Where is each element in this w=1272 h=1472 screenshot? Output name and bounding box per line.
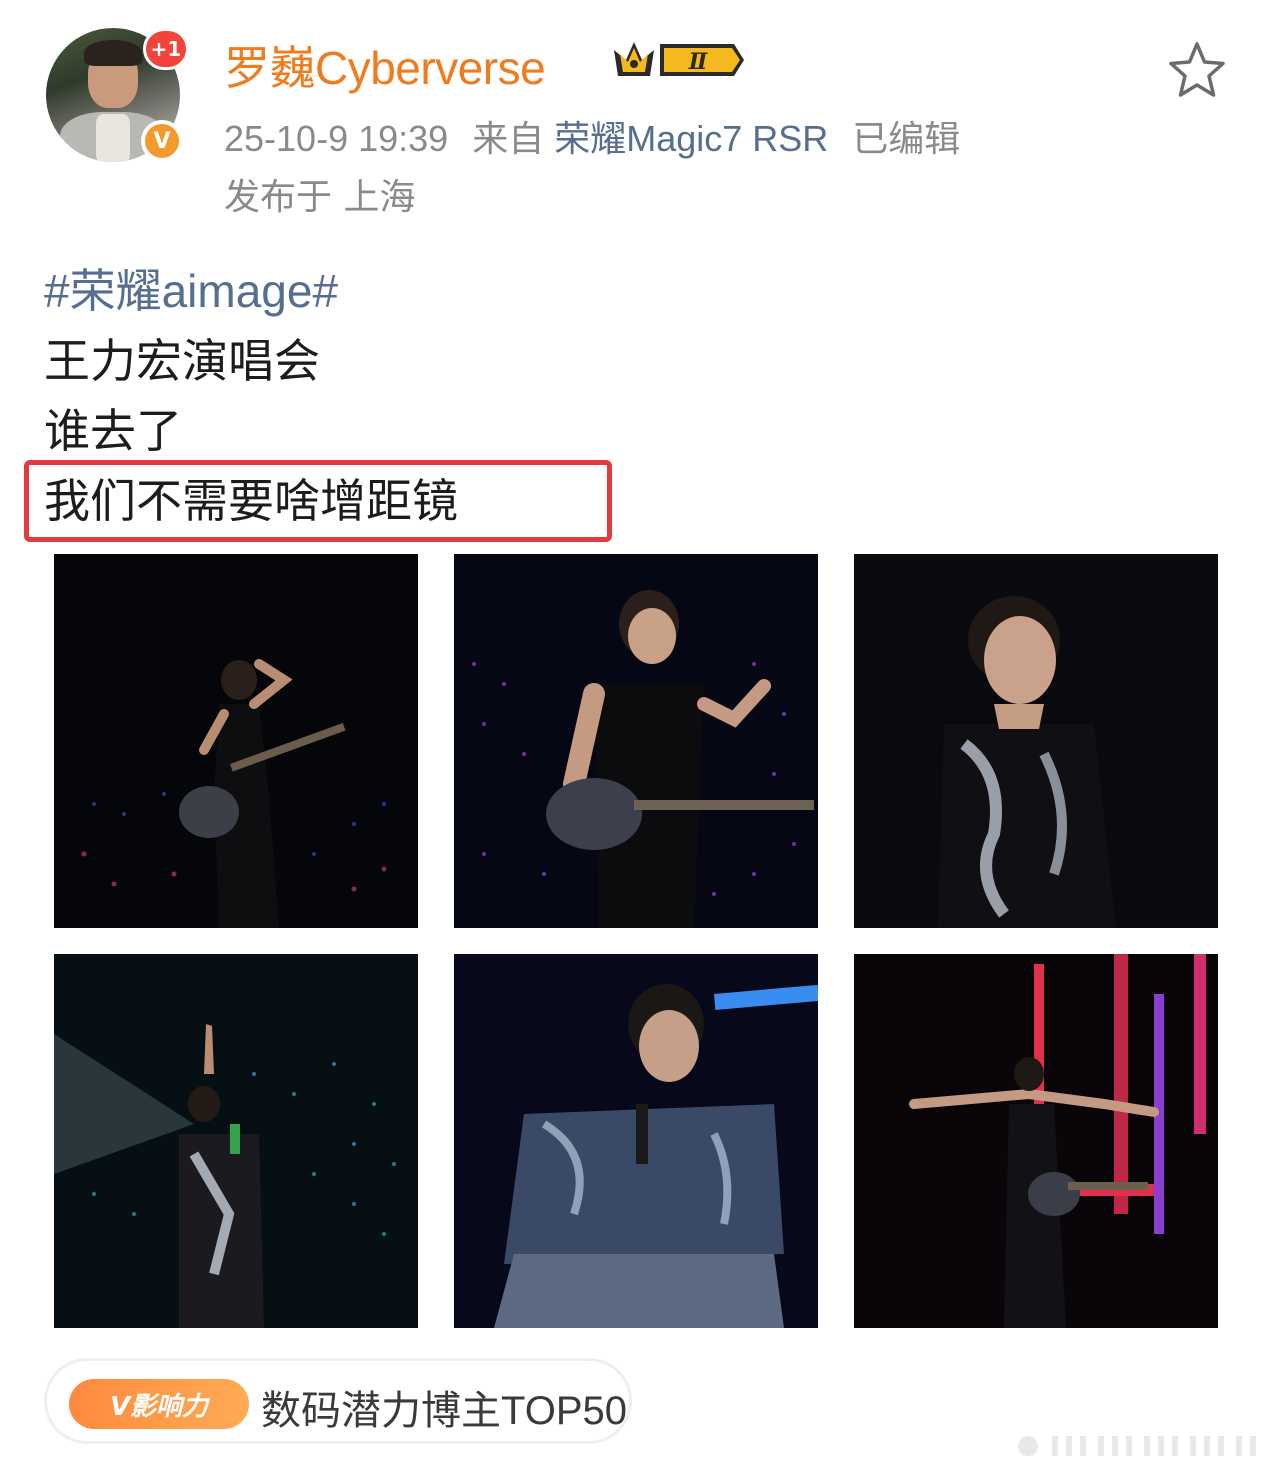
crown-icon: Ⅱ [614,42,744,76]
username[interactable]: 罗巍Cyberverse [224,32,546,98]
photo-4[interactable] [54,954,418,1328]
photo-1[interactable] [54,554,418,928]
influence-rank: 数码潜力博主TOP50 [261,1389,627,1433]
photo-5[interactable] [454,954,818,1328]
post-timestamp: 25-10-9 19:39 [224,118,449,159]
level-badge: Ⅱ [688,49,709,75]
photo-6[interactable] [854,954,1218,1328]
photo-3[interactable] [854,554,1218,928]
post-location: 发布于 上海 [224,177,416,218]
watermark-icon [1018,1436,1256,1456]
source-prefix: 来自 [472,118,545,159]
hashtag-link[interactable]: #荣耀aimage# [44,256,458,326]
influence-tag: V影响力 [69,1379,249,1429]
notification-badge: +1 [143,28,189,70]
influence-badge[interactable]: V影响力 数码潜力博主TOP50 [44,1358,632,1444]
star-outline-icon[interactable] [1166,40,1228,102]
post-meta: 25-10-9 19:39 来自 荣耀Magic7 RSR 已编辑 [224,110,960,162]
device-link[interactable]: 荣耀Magic7 RSR [554,118,828,159]
avatar-container[interactable]: +1 V [46,28,189,162]
red-highlight-box [24,460,612,542]
edited-label[interactable]: 已编辑 [852,118,960,159]
post-line-2: 谁去了 [44,404,182,458]
photo-2[interactable] [454,554,818,928]
post-line-1: 王力宏演唱会 [44,334,320,388]
verified-badge: V [141,120,183,162]
